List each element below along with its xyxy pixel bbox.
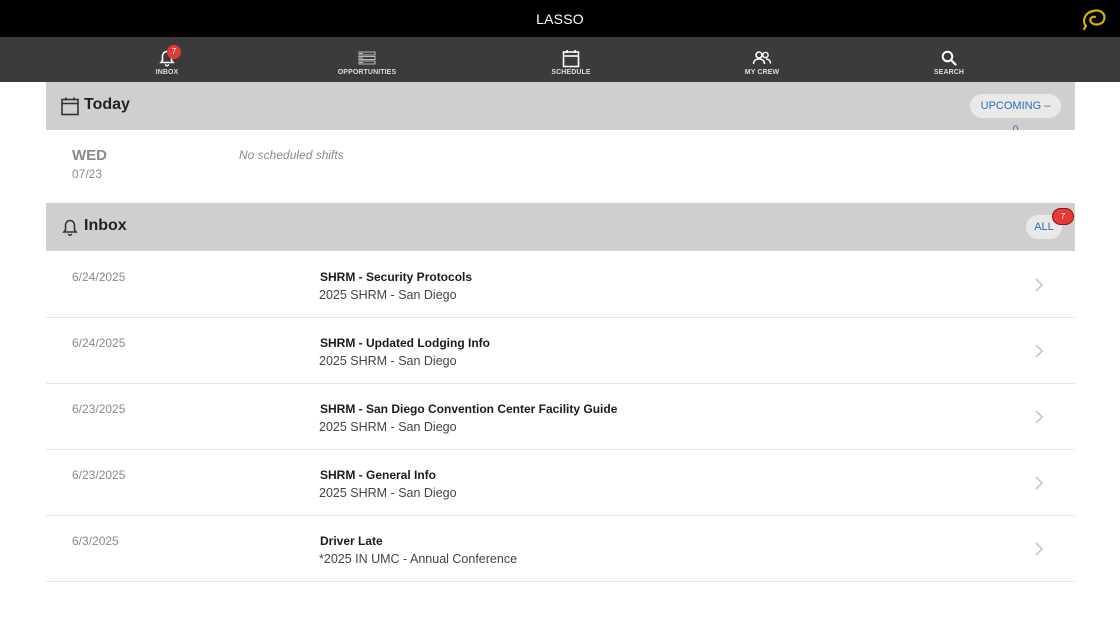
inbox-message-row[interactable]: 6/24/2025 SHRM - Updated Lodging Info 20… [46,318,1075,384]
today-day: WED [72,147,107,164]
inbox-list: 6/24/2025 SHRM - Security Protocols 2025… [46,252,1075,582]
top-bar: LASSO [0,0,1120,37]
nav-label: INBOX [155,69,179,76]
inbox-message-row[interactable]: 6/23/2025 SHRM - General Info 2025 SHRM … [46,450,1075,516]
chevron-right-icon [1035,476,1043,490]
nav-label: MY CREW [744,69,780,76]
no-shifts-message: No scheduled shifts [239,148,344,162]
today-section-header: Today UPCOMING – 0 [46,82,1075,136]
message-title: SHRM - Security Protocols [320,270,473,284]
today-title: Today [84,96,130,113]
message-title: SHRM - San Diego Convention Center Facil… [320,402,618,416]
message-date: 6/24/2025 [72,270,126,284]
bell-icon: 7 [157,45,181,68]
chevron-right-icon [1035,344,1043,358]
message-date: 6/23/2025 [72,468,126,482]
today-date: 07/23 [72,167,103,181]
message-event: 2025 SHRM - San Diego [319,288,457,302]
bell-icon [62,219,78,237]
all-label: ALL [1034,221,1054,233]
nav-my-crew[interactable]: MY CREW [740,37,784,82]
list-icon [357,48,377,68]
nav-opportunities[interactable]: OPPORTUNITIES [332,37,402,82]
message-date: 6/23/2025 [72,402,126,416]
app-title: LASSO [536,11,584,27]
chevron-right-icon [1035,278,1043,292]
message-event: 2025 SHRM - San Diego [319,486,457,500]
main-nav: 7 INBOX OPPORTUNITIES SCHEDULE MY CREW S… [0,37,1120,82]
nav-search[interactable]: SEARCH [930,37,968,82]
message-event: 2025 SHRM - San Diego [319,354,457,368]
nav-label: SEARCH [933,69,965,76]
chevron-right-icon [1035,410,1043,424]
nav-schedule[interactable]: SCHEDULE [548,37,594,82]
message-event: 2025 SHRM - San Diego [319,420,457,434]
message-title: SHRM - Updated Lodging Info [320,336,490,350]
inbox-section-header: Inbox ALL 7 [46,203,1075,251]
message-event: *2025 IN UMC - Annual Conference [319,552,518,566]
upcoming-button[interactable]: UPCOMING – 0 [970,94,1061,136]
inbox-title: Inbox [84,217,127,234]
lasso-logo-icon[interactable] [1080,8,1108,30]
calendar-icon [561,48,581,68]
nav-label: SCHEDULE [551,69,591,76]
chevron-right-icon [1035,542,1043,556]
inbox-message-row[interactable]: 6/3/2025 Driver Late *2025 IN UMC - Annu… [46,516,1075,582]
message-date: 6/24/2025 [72,336,126,350]
inbox-count-badge: 7 [1052,208,1074,225]
inbox-message-row[interactable]: 6/24/2025 SHRM - Security Protocols 2025… [46,252,1075,318]
all-messages-button[interactable]: ALL 7 [1026,208,1074,239]
message-title: Driver Late [320,534,383,548]
today-schedule-row: WED 07/23 No scheduled shifts [46,130,1075,203]
calendar-icon [61,97,79,116]
nav-inbox[interactable]: 7 INBOX [147,37,187,82]
nav-label: OPPORTUNITIES [337,69,397,76]
inbox-message-row[interactable]: 6/23/2025 SHRM - San Diego Convention Ce… [46,384,1075,450]
inbox-count-badge: 7 [167,45,181,59]
people-icon [752,48,772,68]
message-date: 6/3/2025 [72,534,119,548]
search-icon [939,48,959,68]
message-title: SHRM - General Info [320,468,437,482]
